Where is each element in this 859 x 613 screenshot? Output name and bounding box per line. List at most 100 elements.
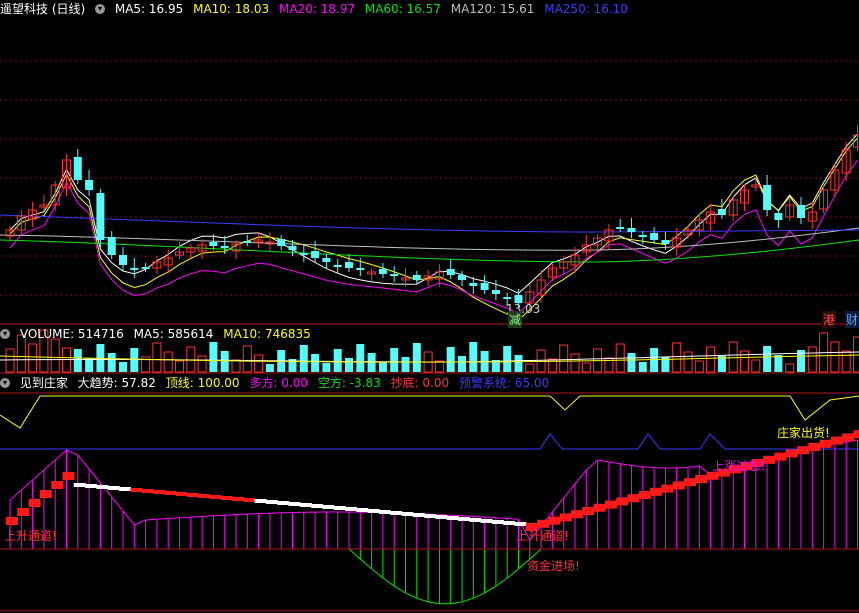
stock-chart-canvas[interactable] <box>0 0 859 613</box>
trend-block <box>175 492 188 496</box>
trend-block <box>491 520 504 524</box>
trend-block <box>322 505 335 509</box>
volume-bar <box>28 343 38 373</box>
finance-tag[interactable]: 财 <box>845 311 859 328</box>
trend-block <box>232 497 244 501</box>
trend-block <box>62 472 75 480</box>
volume-bar <box>265 364 274 372</box>
candle-body <box>661 240 670 244</box>
trend-block <box>684 478 696 487</box>
trend-block <box>356 508 369 512</box>
candle-body <box>96 193 105 240</box>
candle-body <box>390 274 399 276</box>
trend-block <box>299 503 312 507</box>
candle-body <box>774 213 783 220</box>
moving-average-lines <box>0 133 859 321</box>
volume-bar <box>175 360 184 373</box>
trend-block <box>164 491 177 495</box>
volume-bar <box>390 348 399 372</box>
candle-body <box>650 233 659 240</box>
trend-block <box>842 433 855 442</box>
chevron-down-icon[interactable]: ▾ <box>0 328 10 339</box>
warning-line <box>0 433 859 450</box>
candle-body <box>220 246 229 248</box>
ma-line <box>9 137 858 321</box>
candle-body <box>345 262 353 268</box>
candle-body <box>378 269 387 274</box>
trend-block <box>830 436 843 445</box>
up-channel-label-1: 上升通道! <box>4 529 57 543</box>
volume-bar <box>73 349 82 372</box>
volume-bar <box>254 354 264 373</box>
candle-body <box>458 275 466 280</box>
hk-tag[interactable]: 港 <box>822 311 837 328</box>
volume-bar <box>333 349 342 372</box>
volume-bar <box>209 342 218 372</box>
trend-block <box>571 510 583 519</box>
trend-block <box>288 502 301 506</box>
trend-block <box>198 494 211 498</box>
chevron-down-icon[interactable]: ▾ <box>0 377 10 388</box>
volume-ma5-label: MA5: 585614 <box>133 327 214 341</box>
candle-body <box>480 283 489 290</box>
trend-block <box>186 493 199 497</box>
volume-bar <box>412 343 421 372</box>
candle-body <box>209 242 218 246</box>
volume-bar <box>570 353 580 373</box>
top-line <box>0 395 859 429</box>
volume-bar <box>785 363 795 373</box>
trend-block <box>401 512 414 516</box>
trend-block <box>785 449 798 458</box>
volume-bar <box>163 351 173 373</box>
stock-title[interactable]: 遥望科技 (日线) <box>0 2 85 16</box>
volume-bar <box>446 347 455 372</box>
trend-block <box>638 491 651 499</box>
candle-body <box>356 268 365 270</box>
trend-block <box>514 522 527 526</box>
trend-block <box>243 498 256 502</box>
volume-label: VOLUME: 514716 <box>19 327 124 341</box>
volume-bar <box>469 342 478 372</box>
trend-block <box>808 443 821 451</box>
volume-bar <box>853 336 859 373</box>
chevron-down-icon[interactable]: ▾ <box>95 3 106 14</box>
rise-too-fast-label: 上涨过急! <box>712 459 765 473</box>
volume-bar <box>525 363 535 373</box>
trend-block <box>582 507 595 515</box>
trend-block <box>593 503 606 512</box>
ma120-label: MA120: 15.61 <box>450 2 535 16</box>
volume-bar <box>841 350 851 373</box>
candle-body <box>616 227 625 229</box>
volume-bar <box>345 358 353 372</box>
candle-body <box>446 269 455 275</box>
ma-line <box>9 159 858 314</box>
dealer-out-label: 庄家出货! <box>777 426 830 440</box>
candle-body <box>277 239 286 246</box>
trend-block <box>152 490 165 494</box>
ma60-label: MA60: 16.57 <box>364 2 441 16</box>
trend-block <box>333 506 346 510</box>
volume-header: ▾ VOLUME: 514716 MA5: 585614 MA10: 74683… <box>0 325 317 343</box>
volume-ma5 <box>0 351 859 363</box>
trend-block <box>548 516 561 525</box>
trend-block <box>39 490 52 498</box>
trend-block <box>345 507 357 511</box>
candle-body <box>412 275 421 280</box>
volume-bar <box>638 362 647 372</box>
candle-body <box>141 267 150 269</box>
candle-body <box>119 255 127 265</box>
trend-block <box>446 516 459 520</box>
candle-body <box>469 283 478 286</box>
trend-block <box>6 517 18 525</box>
volume-bar <box>830 341 840 373</box>
volume-ma10 <box>0 354 859 363</box>
capital-in-label: 资金进场! <box>527 559 580 573</box>
top-line-label: 顶线: 100.00 <box>165 376 240 390</box>
candle-body <box>243 241 252 243</box>
candle-body <box>73 157 82 180</box>
trend-block <box>28 499 41 507</box>
trend-block <box>672 481 685 490</box>
indicator-name: 见到庄家 <box>19 376 68 390</box>
reduce-tag[interactable]: 减 <box>508 311 523 328</box>
candle-body <box>638 235 647 237</box>
